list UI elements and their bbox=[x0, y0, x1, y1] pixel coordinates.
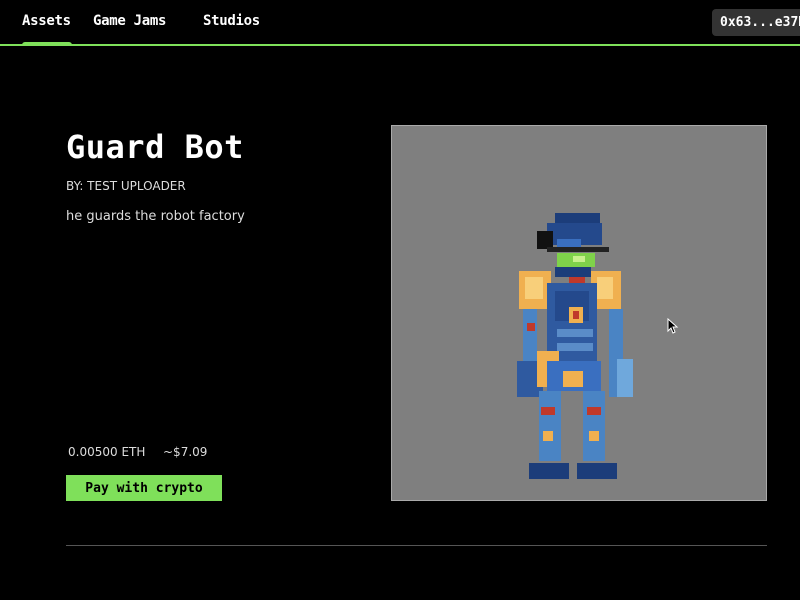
asset-author: BY: TEST UPLOADER bbox=[66, 179, 186, 193]
section-divider bbox=[66, 545, 767, 546]
wallet-address-button[interactable]: 0x63...e37B bbox=[712, 9, 800, 36]
mouse-pointer-icon bbox=[667, 318, 679, 334]
guard-bot-sprite bbox=[517, 213, 633, 479]
top-nav: Assets Game Jams Studios 0x63...e37B bbox=[0, 0, 800, 46]
asset-title: Guard Bot bbox=[66, 128, 244, 166]
pay-with-crypto-button[interactable]: Pay with crypto bbox=[66, 475, 222, 501]
asset-preview[interactable] bbox=[391, 125, 767, 501]
price-usd: ~$7.09 bbox=[163, 445, 208, 459]
nav-item-game-jams[interactable]: Game Jams bbox=[93, 13, 166, 29]
price-eth: 0.00500 ETH bbox=[68, 445, 146, 459]
asset-description: he guards the robot factory bbox=[66, 209, 245, 224]
nav-item-assets[interactable]: Assets bbox=[22, 13, 71, 29]
nav-item-studios[interactable]: Studios bbox=[203, 13, 260, 29]
active-tab-indicator bbox=[22, 42, 72, 46]
